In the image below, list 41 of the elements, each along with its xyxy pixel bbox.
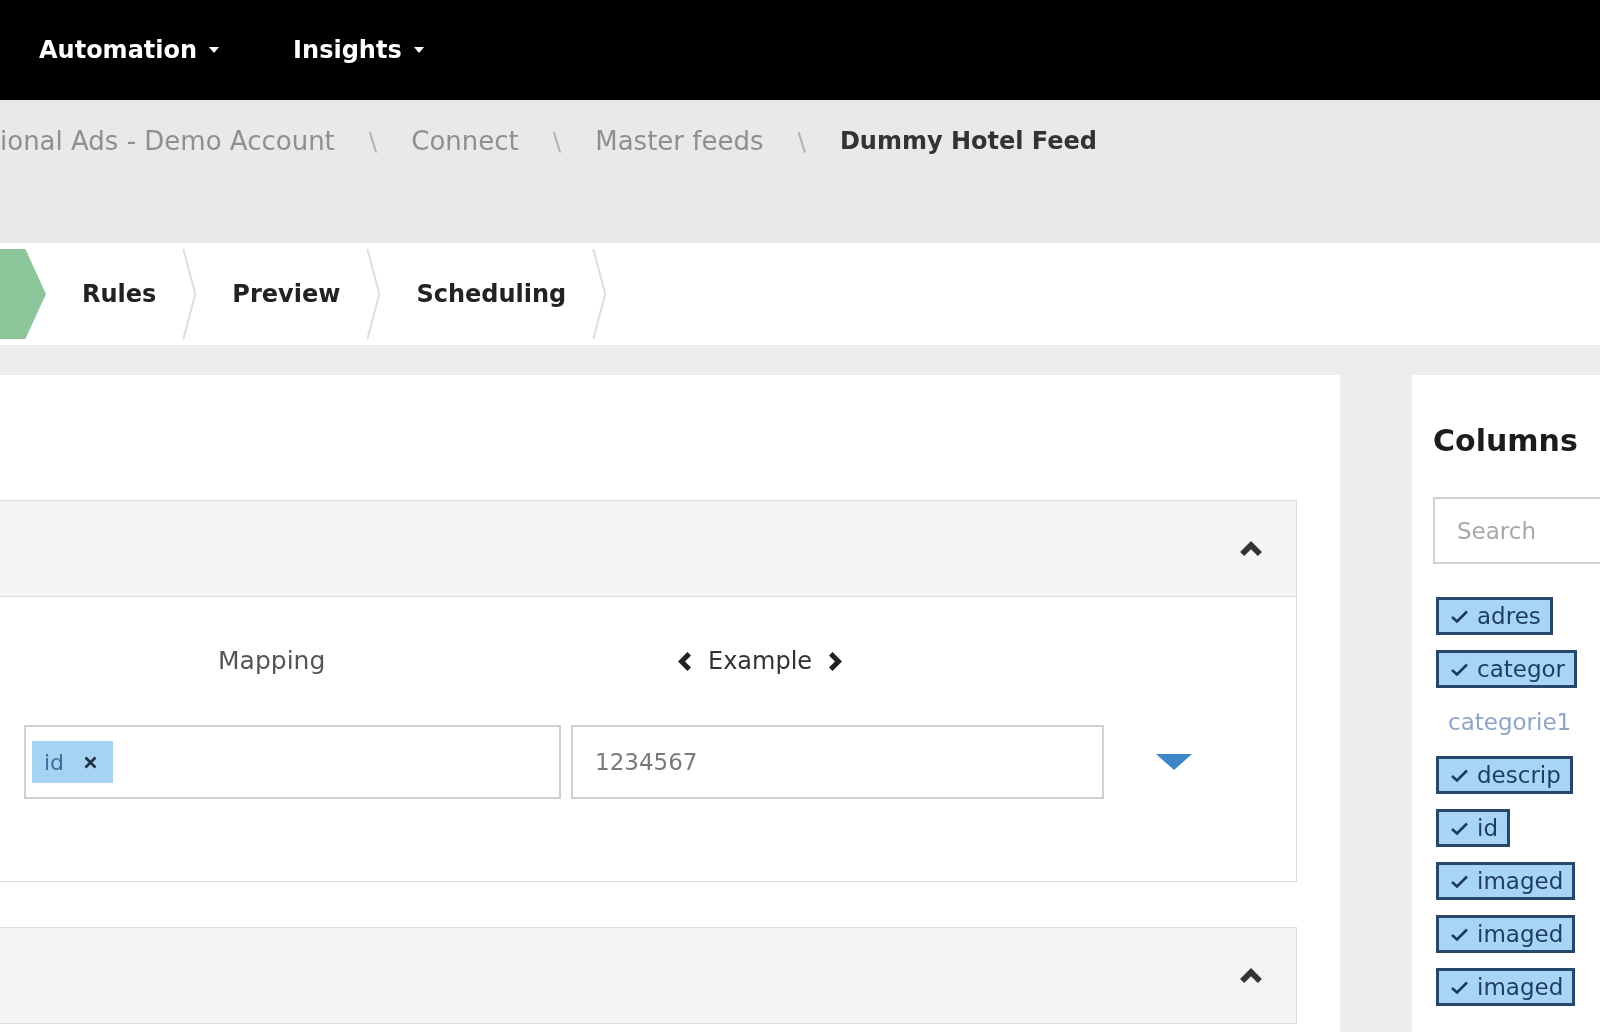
remove-icon[interactable]: [84, 755, 98, 769]
caret-down-icon: [209, 47, 220, 53]
column-tag[interactable]: categor: [1436, 650, 1578, 688]
example-field[interactable]: 1234567: [571, 725, 1104, 799]
chevron-up-icon[interactable]: [1240, 968, 1262, 983]
tag-label: adres: [1477, 603, 1541, 629]
column-tag[interactable]: descrip: [1436, 756, 1573, 794]
check-icon: [1451, 609, 1468, 623]
check-icon: [1451, 768, 1468, 782]
breadcrumb-separator: \: [368, 126, 378, 156]
tag-label: categor: [1477, 656, 1566, 682]
column-tag[interactable]: adres: [1436, 597, 1553, 635]
column-tag[interactable]: id: [1436, 809, 1510, 847]
search-field[interactable]: Search: [1433, 497, 1600, 564]
column-label: Example: [708, 646, 813, 676]
caret-down-icon: [413, 47, 424, 53]
chevron-right-icon[interactable]: [829, 651, 843, 671]
check-icon: [1451, 927, 1468, 941]
tag-label: imaged: [1477, 974, 1564, 1000]
breadcrumb-separator: \: [552, 126, 562, 156]
check-icon: [1451, 980, 1468, 994]
check-icon: [1451, 821, 1468, 835]
nav-menu-button[interactable]: Insights: [293, 36, 424, 64]
tag-label: id: [1477, 815, 1498, 841]
chevron-left-icon[interactable]: [678, 651, 691, 671]
check-icon: [1451, 874, 1468, 888]
tag-label: imaged: [1477, 921, 1564, 947]
check-icon: [1451, 662, 1468, 676]
column-tag[interactable]: imaged: [1436, 968, 1576, 1006]
column-tag[interactable]: imaged: [1436, 862, 1576, 900]
panel-title: Columns: [1433, 423, 1579, 459]
tag-label: descrip: [1477, 762, 1561, 788]
breadcrumb-separator: \: [797, 126, 806, 156]
tag-label: id: [44, 749, 65, 775]
chevron-up-icon[interactable]: [1240, 541, 1262, 556]
caret-down-icon[interactable]: [1156, 754, 1192, 770]
breadcrumb-current: Dummy Hotel Feed: [839, 127, 1097, 155]
tag-label: imaged: [1477, 868, 1564, 894]
column-label: Mapping: [218, 646, 326, 676]
column-tag[interactable]: imaged: [1436, 915, 1576, 953]
nav-menu-button[interactable]: Automation: [39, 36, 220, 64]
